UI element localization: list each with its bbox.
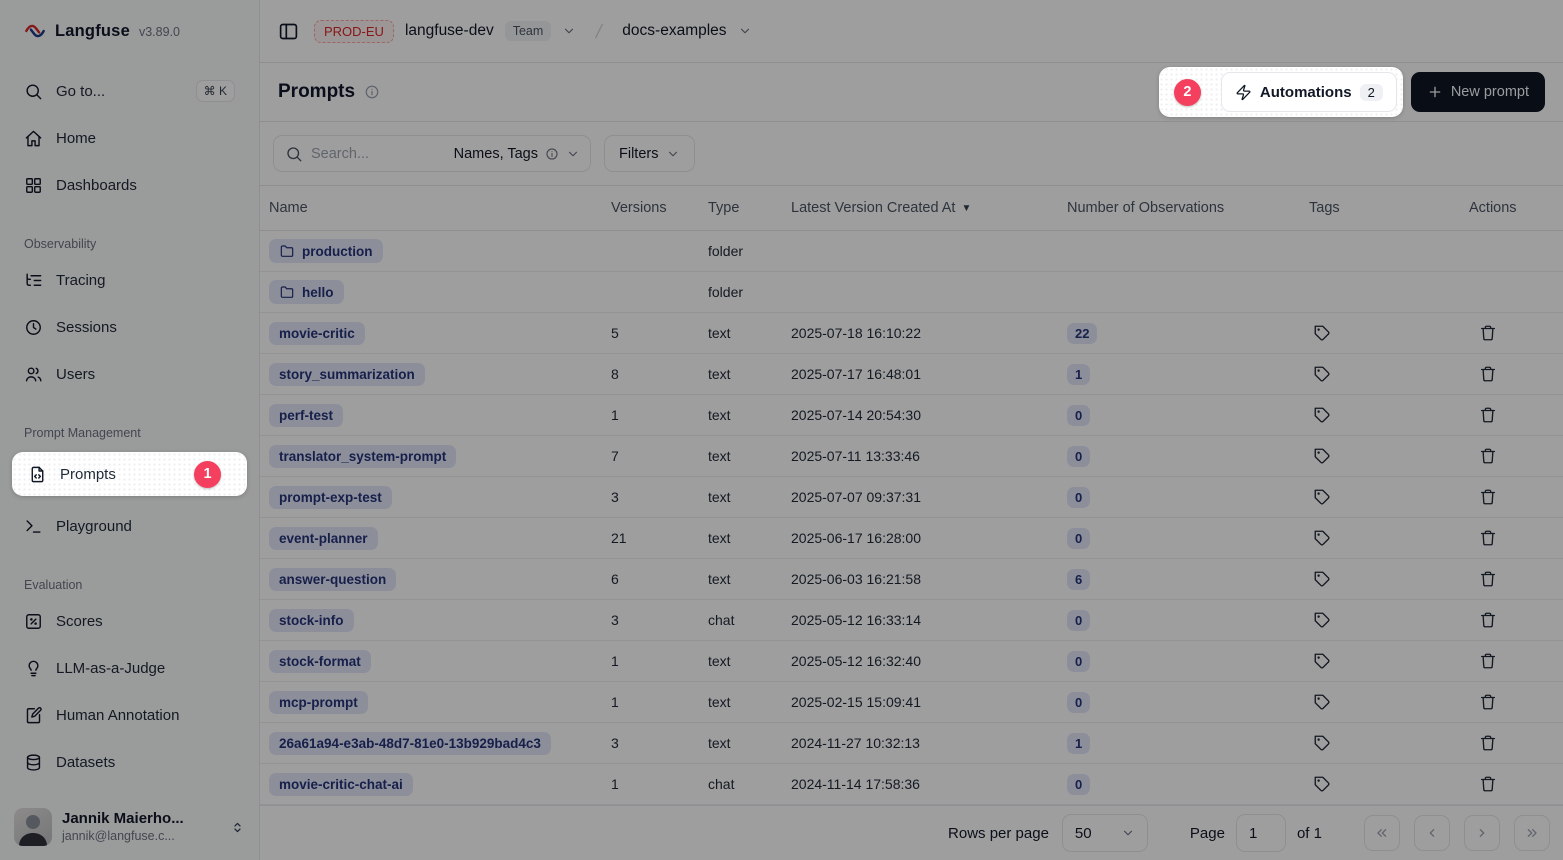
annotation-step-1: 1	[194, 461, 221, 488]
sidebar-item-label: Prompts	[60, 466, 116, 483]
annotation-step-2: 2	[1174, 79, 1201, 106]
app-root: Langfuse v3.89.0 Go to... ⌘ K HomeDashbo…	[0, 0, 1563, 860]
prompts-icon	[28, 465, 47, 484]
annotation-spotlight-prompts: Prompts 1	[12, 452, 247, 496]
automations-button[interactable]: Automations 2	[1221, 72, 1397, 112]
sidebar-item-prompts[interactable]: Prompts	[16, 457, 194, 491]
annotation-spotlight-automations: 2 Automations 2	[1159, 67, 1403, 117]
zap-icon	[1235, 84, 1252, 101]
automations-count-badge: 2	[1360, 84, 1383, 101]
automations-label: Automations	[1260, 84, 1352, 101]
dim-overlay	[0, 0, 1563, 860]
